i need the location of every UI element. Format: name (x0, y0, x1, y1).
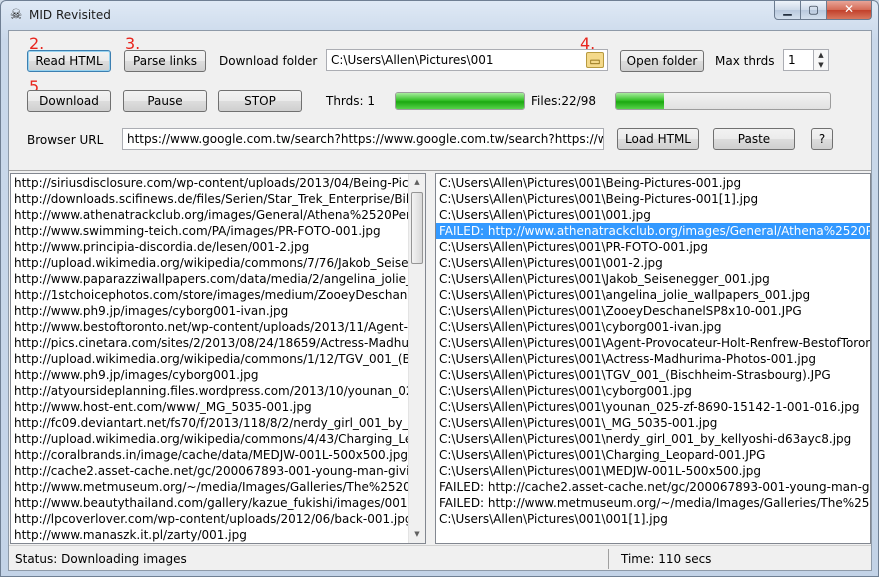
url-list-item[interactable]: http://www.beautythailand.com/gallery/ka… (11, 495, 408, 511)
url-list-item[interactable]: http://cache2.asset-cache.net/gc/2000678… (11, 463, 408, 479)
url-list-item[interactable]: http://www.principia-discordia.de/lesen/… (11, 239, 408, 255)
url-list-item[interactable]: http://www.manaszk.it.pl/zarty/001.jpg (11, 527, 408, 543)
url-list-items: http://siriusdisclosure.com/wp-content/u… (11, 175, 408, 543)
scroll-down-icon[interactable]: ▼ (409, 526, 425, 543)
app-skull-icon: ☠ (9, 7, 23, 23)
result-list-item[interactable]: FAILED: http://cache2.asset-cache.net/gc… (436, 479, 870, 495)
result-list[interactable]: C:\Users\Allen\Pictures\001\Being-Pictur… (435, 173, 871, 544)
max-thrds-label: Max thrds (715, 54, 775, 68)
result-list-item[interactable]: C:\Users\Allen\Pictures\001\MEDJW-001L-5… (436, 463, 870, 479)
load-html-button[interactable]: Load HTML (617, 128, 699, 150)
result-list-item[interactable]: C:\Users\Allen\Pictures\001\cyborg001-iv… (436, 319, 870, 335)
thread-progress-fill (396, 93, 524, 109)
files-count-label: Files:22/98 (531, 94, 596, 108)
close-button[interactable]: ✕ (827, 1, 872, 20)
url-list-item[interactable]: http://lpcoverlover.com/wp-content/uploa… (11, 511, 408, 527)
url-list-item[interactable]: http://www.host-ent.com/www/_MG_5035-001… (11, 399, 408, 415)
url-list-item[interactable]: http://upload.wikimedia.org/wikipedia/co… (11, 255, 408, 271)
url-list-item[interactable]: http://coralbrands.in/image/cache/data/M… (11, 447, 408, 463)
url-list-item[interactable]: http://atyoursideplanning.files.wordpres… (11, 383, 408, 399)
help-button[interactable]: ? (811, 128, 833, 150)
parse-links-button[interactable]: Parse links (124, 50, 206, 72)
open-folder-button[interactable]: Open folder (620, 50, 704, 72)
files-progress-fill (616, 93, 665, 109)
url-list-item[interactable]: http://upload.wikimedia.org/wikipedia/co… (11, 431, 408, 447)
browse-folder-icon[interactable]: ▭ (586, 52, 604, 68)
url-list-item[interactable]: http://www.swimming-teich.com/PA/images/… (11, 223, 408, 239)
result-list-item[interactable]: C:\Users\Allen\Pictures\001\Jakob_Seisen… (436, 271, 870, 287)
toolbar-panel: 2. Read HTML 3. Parse links Download fol… (9, 31, 871, 171)
url-list-item[interactable]: http://siriusdisclosure.com/wp-content/u… (11, 175, 408, 191)
result-list-item[interactable]: C:\Users\Allen\Pictures\001\_MG_5035-001… (436, 415, 870, 431)
download-button[interactable]: Download (27, 90, 111, 112)
result-list-item[interactable]: C:\Users\Allen\Pictures\001\Being-Pictur… (436, 191, 870, 207)
download-folder-input[interactable]: C:\Users\Allen\Pictures\001 (326, 49, 608, 71)
result-list-item[interactable]: C:\Users\Allen\Pictures\001\Agent-Provoc… (436, 335, 870, 351)
result-list-item[interactable]: C:\Users\Allen\Pictures\001\001[1].jpg (436, 511, 870, 527)
max-thrds-spinner[interactable]: ▲ ▼ (813, 49, 829, 71)
maximize-button[interactable]: ▢ (801, 1, 827, 20)
url-list-item[interactable]: http://downloads.scifinews.de/files/Seri… (11, 191, 408, 207)
paste-button[interactable]: Paste (713, 128, 795, 150)
url-list-item[interactable]: http://www.ph9.jp/images/cyborg001.jpg (11, 367, 408, 383)
url-list-item[interactable]: http://1stchoicephotos.com/store/images/… (11, 287, 408, 303)
result-list-item[interactable]: C:\Users\Allen\Pictures\001\PR-FOTO-001.… (436, 239, 870, 255)
result-list-item[interactable]: C:\Users\Allen\Pictures\001\ZooeyDeschan… (436, 303, 870, 319)
window-controls: ▁ ▢ ✕ (774, 1, 872, 21)
url-list-item[interactable]: http://www.paparazziwallpapers.com/data/… (11, 271, 408, 287)
files-progress-bar (615, 92, 831, 110)
elapsed-time: Time: 110 secs (621, 552, 712, 566)
close-icon: ✕ (843, 2, 855, 16)
thread-progress-bar (395, 92, 525, 110)
spin-up-icon[interactable]: ▲ (814, 50, 828, 60)
pause-button[interactable]: Pause (123, 90, 207, 112)
status-bar: Status: Downloading images Time: 110 sec… (9, 545, 871, 570)
status-text: Status: Downloading images (9, 549, 609, 569)
client-area: 2. Read HTML 3. Parse links Download fol… (8, 30, 872, 571)
scroll-thumb[interactable] (411, 192, 423, 264)
maximize-icon: ▢ (808, 3, 819, 16)
app-window: ☠ MID Revisited ▁ ▢ ✕ 2. Read HTML 3. Pa… (0, 0, 879, 577)
max-thrds-input[interactable]: 1 (783, 49, 815, 71)
stop-button[interactable]: STOP (218, 90, 302, 112)
result-list-item[interactable]: C:\Users\Allen\Pictures\001\Actress-Madh… (436, 351, 870, 367)
result-list-item[interactable]: C:\Users\Allen\Pictures\001\001.jpg (436, 207, 870, 223)
result-list-items: C:\Users\Allen\Pictures\001\Being-Pictur… (436, 175, 870, 527)
minimize-icon: ▁ (783, 3, 792, 16)
result-list-item[interactable]: FAILED: http://www.athenatrackclub.org/i… (436, 223, 870, 239)
url-list-item[interactable]: http://upload.wikimedia.org/wikipedia/co… (11, 351, 408, 367)
result-list-item[interactable]: C:\Users\Allen\Pictures\001\younan_025-z… (436, 399, 870, 415)
result-list-item[interactable]: C:\Users\Allen\Pictures\001\001-2.jpg (436, 255, 870, 271)
window-title: MID Revisited (29, 8, 111, 22)
url-list-item[interactable]: http://www.athenatrackclub.org/images/Ge… (11, 207, 408, 223)
result-list-item[interactable]: C:\Users\Allen\Pictures\001\Being-Pictur… (436, 175, 870, 191)
browser-url-label: Browser URL (27, 133, 104, 147)
result-list-item[interactable]: FAILED: http://www.metmuseum.org/~/media… (436, 495, 870, 511)
title-bar[interactable]: ☠ MID Revisited ▁ ▢ ✕ (1, 1, 878, 30)
download-folder-label: Download folder (219, 54, 318, 68)
url-list[interactable]: http://siriusdisclosure.com/wp-content/u… (10, 173, 426, 544)
spin-down-icon[interactable]: ▼ (814, 60, 828, 70)
result-list-item[interactable]: C:\Users\Allen\Pictures\001\nerdy_girl_0… (436, 431, 870, 447)
url-list-item[interactable]: http://www.bestoftoronto.net/wp-content/… (11, 319, 408, 335)
annotation-4: 4. (580, 34, 596, 53)
url-list-item[interactable]: http://fc09.deviantart.net/fs70/f/2013/1… (11, 415, 408, 431)
url-list-item[interactable]: http://pics.cinetara.com/sites/2/2013/08… (11, 335, 408, 351)
result-list-item[interactable]: C:\Users\Allen\Pictures\001\TGV_001_(Bis… (436, 367, 870, 383)
url-list-item[interactable]: http://www.metmuseum.org/~/media/Images/… (11, 479, 408, 495)
url-list-item[interactable]: http://www.ph9.jp/images/cyborg001-ivan.… (11, 303, 408, 319)
result-list-item[interactable]: C:\Users\Allen\Pictures\001\Charging_Leo… (436, 447, 870, 463)
browser-url-input[interactable]: https://www.google.com.tw/search?https:/… (122, 128, 604, 150)
minimize-button[interactable]: ▁ (774, 1, 801, 20)
result-list-item[interactable]: C:\Users\Allen\Pictures\001\cyborg001.jp… (436, 383, 870, 399)
scroll-up-icon[interactable]: ▲ (409, 174, 425, 191)
result-list-item[interactable]: C:\Users\Allen\Pictures\001\angelina_jol… (436, 287, 870, 303)
read-html-button[interactable]: Read HTML (27, 50, 111, 72)
threads-count-label: Thrds: 1 (326, 94, 376, 108)
url-list-scrollbar[interactable]: ▲ ▼ (408, 174, 425, 543)
